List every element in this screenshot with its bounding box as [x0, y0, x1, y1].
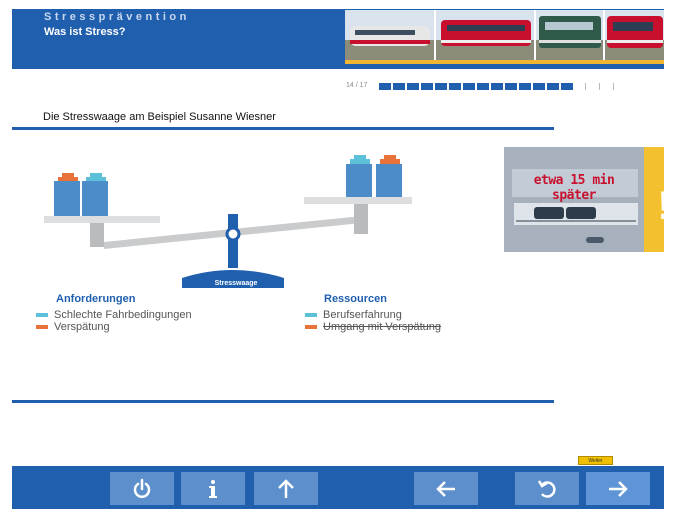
- progress-segment: [421, 83, 433, 90]
- arrow-up-icon: [278, 478, 294, 498]
- stress-balance-illustration: [44, 155, 412, 288]
- header-kicker: Stressprävention: [44, 11, 190, 23]
- right-margin: [664, 0, 674, 509]
- progress-segment: [435, 83, 447, 90]
- next-button[interactable]: [586, 472, 650, 505]
- legend-title-resources: Ressourcen: [324, 293, 387, 305]
- progress-segment: [477, 83, 489, 90]
- train-photo-collage: [345, 10, 664, 60]
- info-icon: [209, 479, 217, 498]
- progress-bar: [379, 83, 617, 90]
- header-train-photos: [345, 10, 664, 64]
- arrow-left-icon: [436, 480, 455, 497]
- progress-segment: [585, 83, 586, 90]
- cyan-swatch: [305, 313, 317, 317]
- up-button[interactable]: [254, 472, 318, 505]
- page-title: Was ist Stress?: [44, 26, 126, 38]
- cyan-swatch: [36, 313, 48, 317]
- next-tooltip: Weiter: [578, 456, 613, 465]
- progress-segment: [599, 83, 600, 90]
- legend-item-demand-2: Verspätung: [36, 321, 110, 333]
- legend-title-demands: Anforderungen: [56, 293, 136, 305]
- back-button[interactable]: [414, 472, 478, 505]
- progress-segment: [561, 83, 573, 90]
- progress-counter: 14 / 17: [346, 82, 368, 89]
- progress-segment: [533, 83, 545, 90]
- progress-segment: [547, 83, 559, 90]
- progress-segment: [379, 83, 391, 90]
- progress-segment: [449, 83, 461, 90]
- progress-segment: [505, 83, 517, 90]
- delay-sign-photo: ! etwa 15 min später: [504, 147, 674, 252]
- section-title: Die Stresswaage am Beispiel Susanne Wies…: [43, 111, 276, 123]
- app-window: Stressprävention Was ist Stress? 14 / 17…: [0, 0, 674, 509]
- power-icon: [133, 478, 151, 498]
- legend-item-resource-1: Berufserfahrung: [305, 309, 402, 321]
- divider-bottom: [12, 400, 554, 403]
- orange-swatch: [36, 325, 48, 329]
- power-button[interactable]: [110, 472, 174, 505]
- orange-swatch: [305, 325, 317, 329]
- replay-icon: [537, 479, 556, 498]
- arrow-right-icon: [609, 480, 628, 497]
- info-button[interactable]: [181, 472, 245, 505]
- progress-segment: [463, 83, 475, 90]
- delay-sign-text: etwa 15 min später: [533, 173, 615, 203]
- divider-top: [12, 127, 554, 130]
- progress-segment: [491, 83, 503, 90]
- progress-segment: [519, 83, 531, 90]
- progress-segment: [393, 83, 405, 90]
- balance-base-label: Stresswaage: [214, 280, 258, 287]
- replay-button[interactable]: [515, 472, 579, 505]
- progress-segment: [613, 83, 614, 90]
- legend-item-resource-2: Umgang mit Verspätung: [305, 321, 441, 333]
- legend-item-demand-1: Schlechte Fahrbedingungen: [36, 309, 192, 321]
- progress-segment: [407, 83, 419, 90]
